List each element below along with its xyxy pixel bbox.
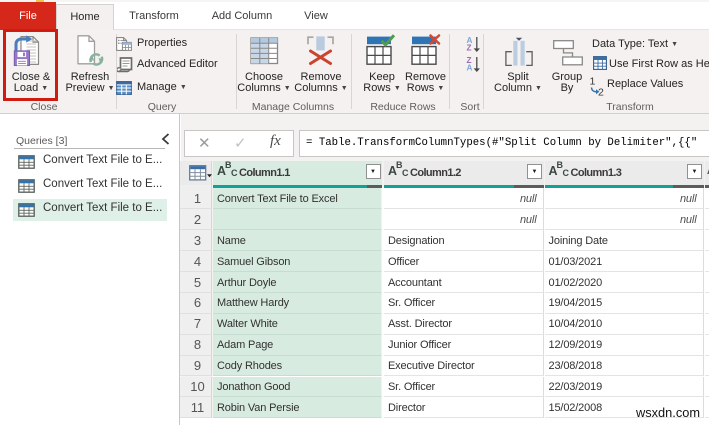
svg-text:1: 1 <box>590 75 596 87</box>
svg-text:Z: Z <box>467 43 472 52</box>
svg-text:A: A <box>467 63 473 72</box>
svg-text:2: 2 <box>598 86 604 96</box>
